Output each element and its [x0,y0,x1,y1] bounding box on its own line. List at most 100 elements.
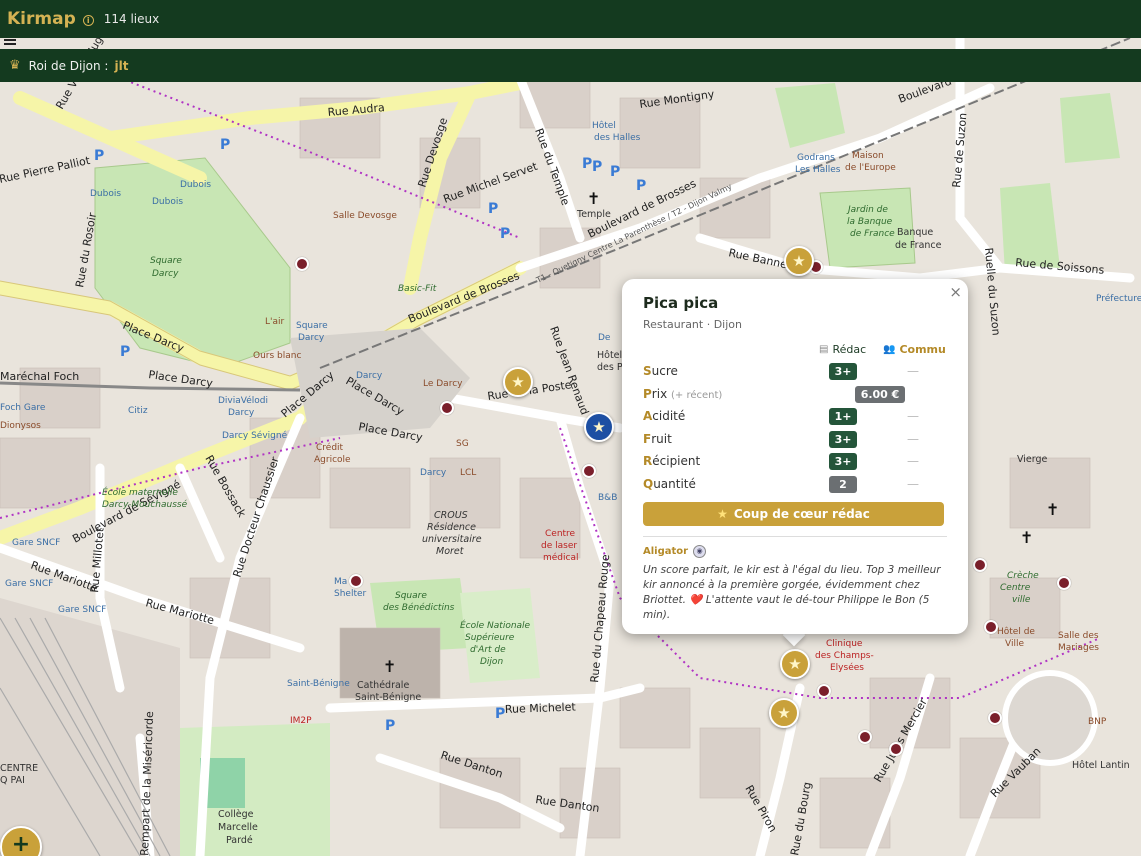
svg-text:Darcy: Darcy [152,269,179,279]
svg-text:Jardin de: Jardin de [846,205,888,215]
svg-text:✝: ✝ [383,657,396,676]
svg-text:Hôtel: Hôtel [592,120,616,131]
svg-text:Salle des: Salle des [1058,631,1099,641]
place-name: Pica pica [643,294,719,312]
map-marker[interactable] [817,684,831,698]
review-author[interactable]: Aligator ◉ [643,545,947,558]
svg-text:CENTRE: CENTRE [0,763,38,774]
svg-text:Pardé: Pardé [226,835,253,846]
svg-text:P: P [610,164,620,180]
score-header: ▤ Rédac 👥 Commu [643,343,947,361]
svg-text:P: P [636,178,646,194]
criterion-label: ucre [651,364,678,378]
svg-text:Centre: Centre [1000,583,1031,593]
criterion-label: écipient [652,454,701,468]
commu-column-header: 👥 Commu [883,343,946,356]
svg-text:Ours blanc: Ours blanc [253,351,301,361]
criterion-acidite: Acidité 1+ — [643,406,947,429]
close-popup-button[interactable]: × [949,283,962,301]
map-marker[interactable] [440,401,454,415]
featured-marker-star-icon[interactable]: ★ [769,698,799,728]
svg-text:Saint-Bénigne: Saint-Bénigne [287,678,350,689]
svg-text:P: P [500,226,510,242]
coup-de-coeur-label: Coup de cœur rédac [733,507,870,521]
map-marker[interactable] [1057,576,1071,590]
criterion-initial: R [643,454,653,468]
price-badge: 6.00 € [855,385,905,403]
svg-text:Cathédrale: Cathédrale [357,680,409,691]
svg-text:IM2P: IM2P [290,716,312,726]
svg-text:Ma: Ma [334,577,347,587]
svg-text:✝: ✝ [1020,528,1033,547]
commu-score: — [907,409,919,423]
review-author-name: Aligator [643,546,689,557]
criterion-initial: Q [643,476,654,491]
selected-marker-star-icon[interactable]: ★ [584,412,614,442]
redac-score-badge: 3+ [829,363,857,380]
svg-text:Darcy-Mouchaussé: Darcy-Mouchaussé [102,499,188,510]
svg-text:d'Art de: d'Art de [470,645,506,655]
svg-text:L'air: L'air [265,317,285,327]
featured-marker-star-icon[interactable]: ★ [503,367,533,397]
criterion-label: cidité [652,409,686,423]
svg-text:de laser: de laser [541,541,577,551]
place-count: 114 lieux [103,12,160,26]
commu-label: Commu [899,343,946,356]
svg-text:Résidence: Résidence [427,522,476,533]
svg-text:Foch Gare: Foch Gare [0,403,46,413]
svg-text:Elysées: Elysées [830,662,864,673]
map-tiles: Rue Audra Rue Montigny Boulevard de Bros… [0,38,1141,856]
redac-label: Rédac [832,343,867,356]
svg-text:Hôtel Lantin: Hôtel Lantin [1072,760,1130,771]
svg-text:Le Darcy: Le Darcy [423,379,463,389]
svg-text:P: P [220,137,230,153]
svg-text:Square: Square [296,321,328,331]
svg-text:Shelter: Shelter [334,589,367,599]
svg-text:Dubois: Dubois [180,180,211,190]
divider [643,536,947,537]
svg-text:Agricole: Agricole [314,455,351,465]
svg-text:Square: Square [395,591,427,601]
svg-text:de France: de France [895,240,942,251]
king-name[interactable]: jlt [114,59,128,73]
king-banner: ♛ Roi de Dijon : jlt [0,49,1141,82]
svg-text:Mariages: Mariages [1058,643,1099,653]
svg-text:Dubois: Dubois [152,197,183,207]
map-marker[interactable] [582,464,596,478]
svg-text:universitaire: universitaire [422,534,482,545]
avatar: ◉ [693,545,707,558]
featured-marker-star-icon[interactable]: ★ [780,649,810,679]
featured-marker-star-icon[interactable]: ★ [784,246,814,276]
svg-text:Dijon: Dijon [480,657,503,667]
svg-text:Hôtel: Hôtel [597,350,622,361]
criterion-note: (+ récent) [671,389,723,401]
criterion-label: rix [651,386,668,401]
document-icon: ▤ [819,344,829,355]
svg-text:des Halles: des Halles [594,133,641,143]
svg-text:Citiz: Citiz [128,406,148,416]
map-canvas[interactable]: Rue Audra Rue Montigny Boulevard de Bros… [0,38,1141,856]
svg-text:Supérieure: Supérieure [465,632,515,643]
map-marker[interactable] [858,730,872,744]
map-marker[interactable] [349,574,363,588]
map-marker[interactable] [295,257,309,271]
map-marker[interactable] [988,711,1002,725]
svg-text:Saint-Bénigne: Saint-Bénigne [355,692,421,703]
coup-de-coeur-badge[interactable]: ★ Coup de cœur rédac [643,502,944,526]
svg-text:P: P [120,344,130,360]
svg-text:Moret: Moret [436,546,465,557]
redac-score-badge: 2 [829,475,857,493]
svg-text:Les Halles: Les Halles [795,165,841,175]
map-marker[interactable] [973,558,987,572]
svg-text:P: P [385,718,395,734]
menu-icon[interactable] [4,39,16,45]
svg-text:DiviaVélodi: DiviaVélodi [218,395,268,406]
app-title[interactable]: Kirmap [7,9,76,29]
svg-text:P: P [582,156,592,172]
svg-text:P: P [592,159,602,175]
svg-text:Crèche: Crèche [1007,570,1039,581]
svg-text:des Champs-: des Champs- [815,651,874,661]
map-marker[interactable] [984,620,998,634]
map-marker[interactable] [889,742,903,756]
info-icon[interactable]: i [82,14,94,26]
